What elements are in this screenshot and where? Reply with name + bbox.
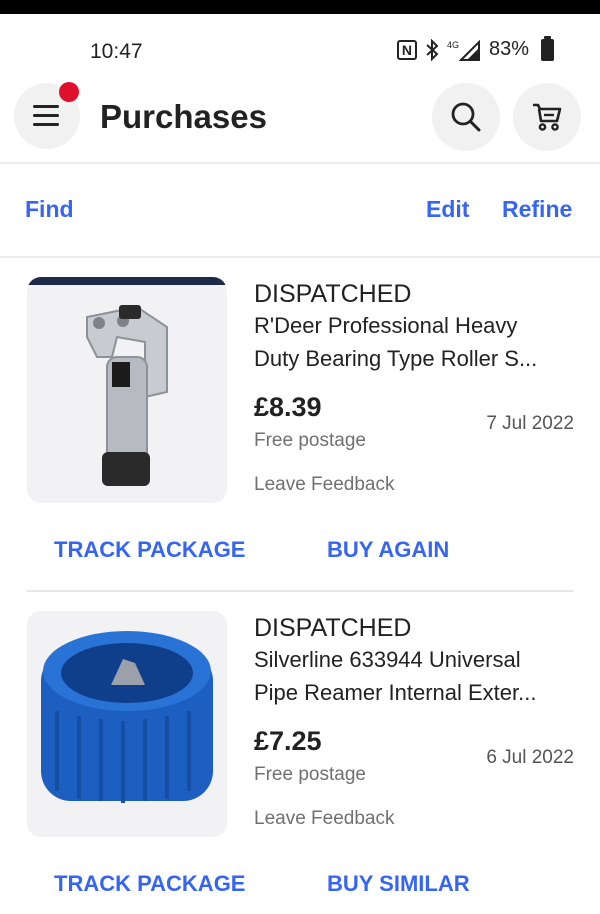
status-time: 10:47: [90, 40, 143, 63]
pipe-reamer-icon: [41, 631, 213, 803]
page-title: Purchases: [100, 98, 267, 135]
refine-button[interactable]: Refine: [502, 196, 572, 223]
leave-feedback-link[interactable]: Leave Feedback: [254, 808, 395, 830]
order-status: DISPATCHED: [254, 280, 412, 308]
product-title[interactable]: R'Deer Professional Heavy Duty Bearing T…: [254, 309, 574, 375]
status-icons: N 4G 83%: [396, 35, 554, 61]
postage-info: Free postage: [254, 430, 366, 451]
pipe-cutter-icon: [86, 305, 168, 486]
track-package-button[interactable]: TRACK PACKAGE: [54, 871, 245, 897]
find-button[interactable]: Find: [25, 196, 74, 223]
notification-dot: [59, 82, 79, 102]
search-icon: [451, 102, 481, 132]
price: £8.39: [254, 392, 322, 422]
product-title-line: Duty Bearing Type Roller S...: [254, 346, 538, 371]
svg-text:4G: 4G: [447, 40, 459, 50]
battery-icon: [541, 35, 554, 61]
nfc-icon: N: [396, 39, 417, 60]
edit-button[interactable]: Edit: [426, 196, 469, 223]
divider: [27, 590, 574, 592]
hamburger-menu-icon: [33, 105, 61, 127]
leave-feedback-link[interactable]: Leave Feedback: [254, 474, 395, 496]
app-header: Purchases: [0, 80, 600, 164]
order-status: DISPATCHED: [254, 614, 412, 642]
cart-icon: [533, 103, 562, 131]
status-bar: 10:47 N 4G 83%: [0, 14, 600, 74]
search-button[interactable]: [432, 83, 500, 151]
product-image-pipe-reamer[interactable]: [27, 611, 227, 837]
postage-info: Free postage: [254, 764, 366, 785]
product-title[interactable]: Silverline 633944 Universal Pipe Reamer …: [254, 643, 574, 709]
product-title-line: Silverline 633944 Universal: [254, 647, 521, 672]
buy-similar-button[interactable]: BUY SIMILAR: [327, 871, 470, 897]
purchase-date: 7 Jul 2022: [486, 413, 574, 434]
track-package-button[interactable]: TRACK PACKAGE: [54, 537, 245, 563]
cart-button[interactable]: [513, 83, 581, 151]
action-bar: Find Edit Refine: [0, 166, 600, 258]
purchase-date: 6 Jul 2022: [486, 747, 574, 768]
system-top-bar: [0, 0, 600, 14]
product-image-pipe-cutter[interactable]: [27, 277, 227, 503]
product-title-line: Pipe Reamer Internal Exter...: [254, 680, 537, 705]
product-title-line: R'Deer Professional Heavy: [254, 313, 518, 338]
battery-percent: 83%: [488, 38, 529, 60]
bluetooth-icon: [426, 38, 439, 61]
signal-icon: 4G: [447, 39, 480, 61]
price: £7.25: [254, 726, 322, 756]
buy-again-button[interactable]: BUY AGAIN: [327, 537, 449, 563]
